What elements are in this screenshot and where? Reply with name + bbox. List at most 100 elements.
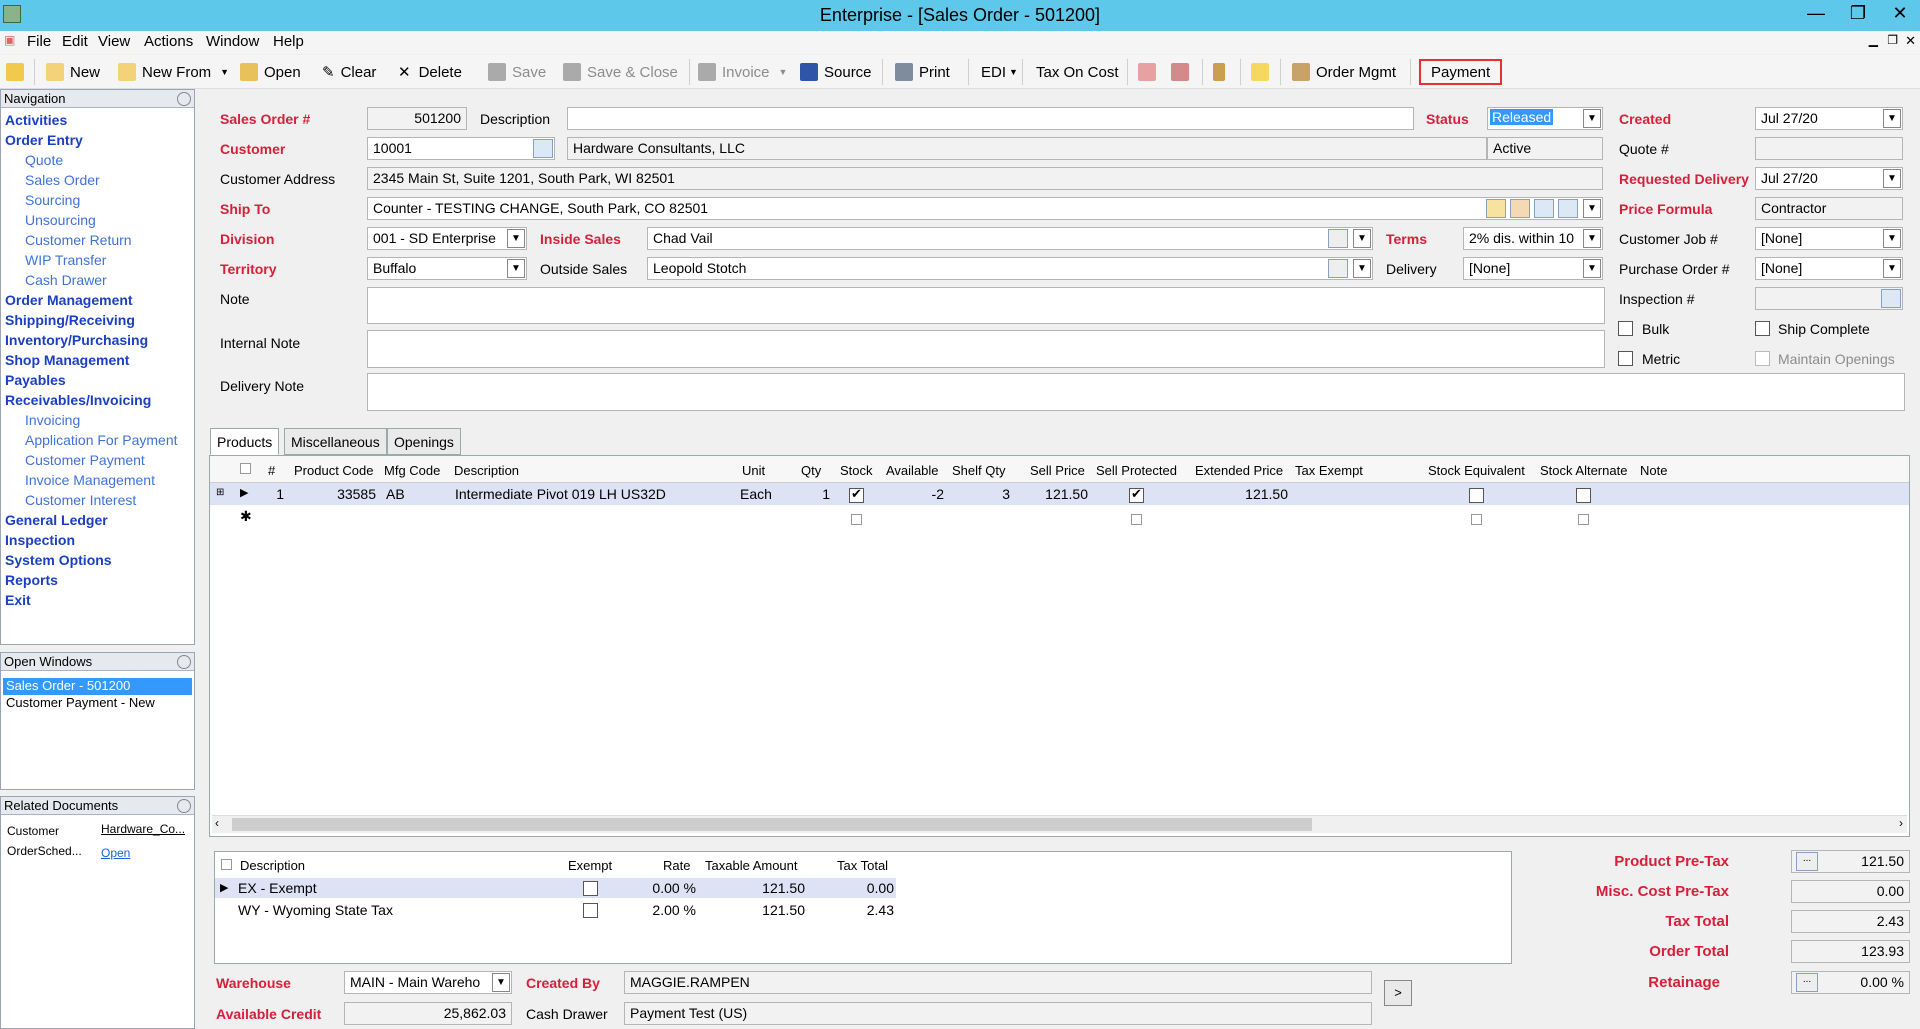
sidebar-item[interactable]: Receivables/Invoicing	[5, 392, 151, 408]
row-stock-alternate-checkbox[interactable]	[1576, 488, 1591, 503]
row-qty[interactable]: 1	[796, 486, 830, 502]
chevron-down-icon[interactable]: ▼	[1883, 109, 1901, 128]
metric-checkbox[interactable]	[1618, 351, 1633, 366]
menu-actions[interactable]: Actions	[144, 33, 193, 50]
row-sell-protected-checkbox[interactable]	[1129, 486, 1144, 503]
purchase-order-select[interactable]: [None] ▼	[1755, 257, 1903, 280]
warehouse-select[interactable]: MAIN - Main Wareho ▼	[344, 971, 512, 994]
grid-column-header[interactable]: Qty	[801, 458, 821, 483]
delivery-select[interactable]: [None] ▼	[1463, 257, 1603, 280]
mdi-restore-icon[interactable]: ❐	[1887, 33, 1898, 47]
inspection-lookup-icon[interactable]	[1881, 289, 1901, 308]
print-button[interactable]: Print	[895, 61, 950, 83]
open-window-item[interactable]: Customer Payment - New	[3, 695, 192, 712]
sidebar-item[interactable]: Order Entry	[5, 132, 83, 148]
retainage-field[interactable]: ... 0.00 %	[1791, 971, 1910, 994]
tab-miscellaneous[interactable]: Miscellaneous	[284, 428, 387, 455]
row-mfg-code[interactable]: AB	[386, 486, 405, 502]
sidebar-item[interactable]: Order Management	[5, 292, 133, 308]
sticky-note-icon[interactable]	[1251, 61, 1275, 83]
save-close-button[interactable]: Save & Close	[563, 61, 678, 83]
menu-view[interactable]: View	[98, 33, 130, 50]
sidebar-item[interactable]: Sourcing	[25, 192, 80, 208]
pin-icon[interactable]	[177, 799, 191, 813]
sales-order-field[interactable]: 501200	[367, 107, 467, 130]
sidebar-item[interactable]: Shop Management	[5, 352, 129, 368]
grid-column-header[interactable]: Unit	[742, 458, 765, 483]
division-select[interactable]: 001 - SD Enterprise ▼	[367, 227, 527, 250]
ship-to-field[interactable]: Counter - TESTING CHANGE, South Park, CO…	[367, 197, 1603, 220]
chevron-down-icon[interactable]: ▼	[507, 229, 525, 248]
sidebar-item[interactable]: Shipping/Receiving	[5, 312, 135, 328]
tax-column-chooser-icon[interactable]	[221, 859, 232, 870]
invoice-button[interactable]: Invoice ▼	[698, 61, 787, 83]
sidebar-item[interactable]: Quote	[25, 152, 63, 168]
app-menu-icon[interactable]: ▣	[4, 33, 15, 47]
status-select[interactable]: Released ▼	[1487, 107, 1603, 130]
minimize-icon[interactable]: —	[1800, 1, 1832, 27]
customer-job-select[interactable]: [None] ▼	[1755, 227, 1903, 250]
grid-column-header[interactable]: Available	[886, 458, 939, 483]
tab-openings[interactable]: Openings	[387, 428, 461, 455]
tab-products[interactable]: Products	[210, 428, 280, 455]
ship-to-lookup-icon[interactable]	[1558, 199, 1578, 218]
new-row-sell-protected-checkbox[interactable]	[1131, 514, 1142, 525]
clear-button[interactable]: ✎ Clear	[322, 61, 376, 83]
quote-field[interactable]	[1755, 137, 1903, 160]
tax-on-cost-button[interactable]: Tax On Cost	[1036, 61, 1119, 83]
sidebar-item[interactable]: Activities	[5, 112, 67, 128]
sidebar-item[interactable]: Sales Order	[25, 172, 100, 188]
sidebar-item[interactable]: Application For Payment	[25, 432, 178, 448]
pin-icon[interactable]	[177, 92, 191, 106]
horizontal-scrollbar[interactable]: ‹ ›	[212, 815, 1907, 833]
sidebar-item[interactable]: Invoicing	[25, 412, 80, 428]
grid-column-header[interactable]: Stock Equivalent	[1428, 458, 1525, 483]
chevron-down-icon[interactable]: ▼	[1583, 229, 1601, 248]
sidebar-item[interactable]: Payables	[5, 372, 66, 388]
sidebar-item[interactable]: Reports	[5, 572, 58, 588]
sidebar-item[interactable]: Customer Payment	[25, 452, 145, 468]
sidebar-item[interactable]: Inventory/Purchasing	[5, 332, 148, 348]
scroll-right-icon[interactable]: ›	[1899, 816, 1903, 830]
grid-column-header[interactable]: Note	[1640, 458, 1667, 483]
internal-note-textarea[interactable]	[367, 330, 1605, 368]
row-product-code[interactable]: 33585	[290, 486, 376, 502]
grid-column-header[interactable]: Shelf Qty	[952, 458, 1005, 483]
sidebar-item[interactable]: Exit	[5, 592, 31, 608]
pin-icon[interactable]	[177, 655, 191, 669]
related-link[interactable]: Hardware_Co...	[101, 822, 185, 836]
row-stock-checkbox[interactable]	[849, 486, 864, 503]
retainage-details-button[interactable]: ...	[1796, 973, 1818, 992]
chevron-down-icon[interactable]: ▼	[1883, 259, 1901, 278]
sidebar-item[interactable]: Customer Interest	[25, 492, 136, 508]
outside-sales-field[interactable]: Leopold Stotch ▼	[647, 257, 1373, 280]
expand-panel-button[interactable]: >	[1384, 980, 1412, 1006]
maintain-openings-checkbox[interactable]	[1755, 351, 1770, 366]
row-sell-price[interactable]: 121.50	[1020, 486, 1088, 502]
territory-select[interactable]: Buffalo ▼	[367, 257, 527, 280]
tax-row-exempt-checkbox[interactable]	[583, 903, 598, 918]
note-textarea[interactable]	[367, 287, 1605, 324]
grid-column-header[interactable]: Stock	[840, 458, 873, 483]
delete-button[interactable]: ✕ Delete	[398, 61, 462, 83]
outside-sales-lookup-icon[interactable]	[1328, 259, 1348, 278]
chevron-down-icon[interactable]: ▼	[1883, 229, 1901, 248]
sidebar-item[interactable]: Inspection	[5, 532, 75, 548]
inspection-field[interactable]	[1755, 287, 1903, 310]
grid-column-header[interactable]: Product Code	[294, 458, 374, 483]
open-window-item[interactable]: Sales Order - 501200	[3, 678, 192, 695]
sidebar-item[interactable]: Cash Drawer	[25, 272, 107, 288]
grid-column-chooser-icon[interactable]	[240, 463, 251, 474]
ship-complete-checkbox[interactable]	[1755, 321, 1770, 336]
ship-to-search-icon[interactable]	[1534, 199, 1554, 218]
chevron-down-icon[interactable]: ▼	[1353, 229, 1371, 248]
menu-edit[interactable]: Edit	[62, 33, 88, 50]
chevron-down-icon[interactable]: ▼	[1883, 169, 1901, 188]
tax-row-exempt-checkbox[interactable]	[583, 881, 598, 896]
folder-icon[interactable]	[6, 61, 30, 83]
sidebar-item[interactable]: Unsourcing	[25, 212, 96, 228]
scrollbar-thumb[interactable]	[232, 818, 1312, 831]
expand-icon[interactable]: ⊞	[216, 487, 224, 498]
sidebar-item[interactable]: Invoice Management	[25, 472, 155, 488]
chevron-down-icon[interactable]: ▼	[492, 973, 510, 992]
